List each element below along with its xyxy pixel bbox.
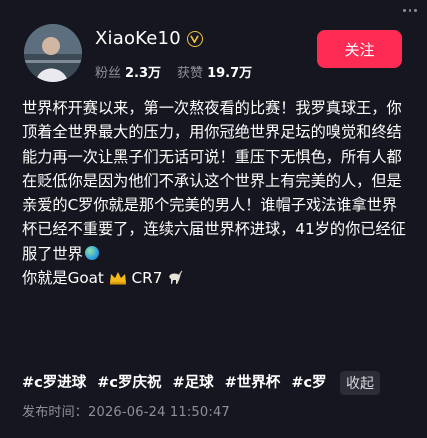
collapse-button[interactable]: 收起 [340,371,380,395]
hashtag[interactable]: #c罗进球 [22,375,86,391]
hashtag[interactable]: #c罗 [291,375,326,391]
post-text: 世界杯开赛以来，第一次熬夜看的比赛！我罗真球王，你顶着全世界最大的压力，用你冠绝… [22,99,406,263]
likes-label: 获赞 [177,66,204,81]
verified-badge-icon [186,30,203,47]
follow-button[interactable]: 关注 [317,30,402,68]
more-options-icon[interactable] [403,8,418,12]
hashtag[interactable]: #足球 [173,375,214,391]
goat-icon [167,268,183,292]
publish-time: 发布时间：2026-06-24 11:50:47 [22,401,230,420]
avatar[interactable] [24,24,82,82]
hashtag[interactable]: #世界杯 [225,375,281,391]
publish-label: 发布时间： [22,405,89,420]
author-stats: 粉丝 2.3万 获赞 19.7万 [95,62,252,81]
followers-label: 粉丝 [95,66,122,81]
post-text-cr7: CR7 [126,269,163,288]
hashtag[interactable]: #c罗庆祝 [97,375,161,391]
post-card: XiaoKe10 粉丝 2.3万 获赞 19.7万 关注 世界杯开赛以来，第一次… [0,0,427,438]
post-text-goat: 你就是Goat [22,269,104,288]
likes-count: 19.7万 [207,66,253,81]
username[interactable]: XiaoKe10 [95,28,181,49]
crown-icon [109,268,127,292]
followers-count: 2.3万 [125,66,162,81]
author-row: XiaoKe10 [95,28,203,49]
globe-icon [84,245,99,260]
publish-time-value: 2026-06-24 11:50:47 [88,405,230,420]
post-description: 世界杯开赛以来，第一次熬夜看的比赛！我罗真球王，你顶着全世界最大的压力，用你冠绝… [22,96,406,292]
